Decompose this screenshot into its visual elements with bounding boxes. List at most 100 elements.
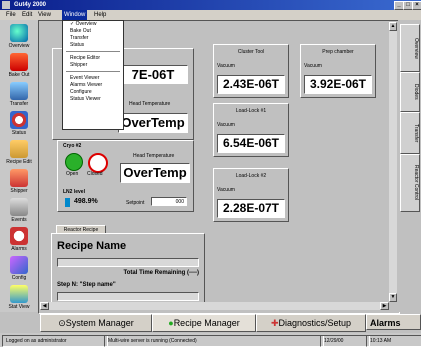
load-lock-2-reading: 2.28E-07T	[217, 199, 285, 218]
recipe-progress-bar	[57, 258, 199, 267]
title-bar: Gut4y 2000 _ □ ×	[0, 0, 421, 10]
horizontal-scrollbar[interactable]: ◀ ▶	[40, 302, 389, 310]
status-icon	[10, 111, 28, 129]
tool-recipe-edit[interactable]: Recipe Edit	[3, 140, 35, 165]
cryo-1-head-temp-label: Head Temperature	[129, 101, 171, 107]
menu-help[interactable]: Help	[92, 10, 108, 20]
cryo-2-head-temp-label: Head Temperature	[133, 153, 175, 159]
load-lock-1-panel: Load-Lock #1 Vacuum 6.54E-06T	[213, 103, 289, 157]
closed-indicator-icon[interactable]	[88, 153, 108, 173]
cryo-2-head-temp: OverTemp	[120, 163, 190, 183]
window-dropdown-menu: ✓ Overview Bake Out Transfer Status Reci…	[62, 20, 124, 130]
load-lock-1-vacuum-label: Vacuum	[217, 122, 235, 128]
right-tab-transfer[interactable]: Transfer	[400, 112, 420, 154]
dropdown-item-recipe-editor[interactable]: Recipe Editor	[63, 55, 123, 62]
right-tab-overview[interactable]: Overview	[400, 24, 420, 72]
setpoint-input[interactable]: 000	[151, 197, 187, 206]
step-progress-bar	[57, 292, 199, 301]
status-user: Logged on as administrator	[2, 335, 108, 347]
cluster-tool-name: Cluster Tool	[237, 49, 265, 55]
app-icon	[2, 1, 10, 9]
time-remaining: Total Time Remaining (----)	[123, 270, 199, 276]
cluster-tool-vacuum-label: Vacuum	[217, 63, 235, 69]
status-time: 10:13 AM	[366, 335, 421, 347]
tool-alarms[interactable]: Alarms	[3, 227, 35, 252]
cluster-tool-panel: Cluster Tool Vacuum 2.43E-06T	[213, 44, 289, 98]
prep-chamber-vacuum-label: Vacuum	[304, 63, 322, 69]
ln2-percent: 498.9%	[74, 198, 98, 205]
tab-recipe-manager[interactable]: ●Recipe Manager	[152, 314, 256, 332]
setpoint-label: Setpoint	[126, 200, 145, 206]
dropdown-item-configure[interactable]: Configure	[63, 89, 123, 96]
dropdown-item-transfer[interactable]: Transfer	[63, 35, 123, 42]
config-icon	[10, 256, 28, 274]
tool-overview[interactable]: Overview	[3, 24, 35, 49]
tool-events[interactable]: Events	[3, 198, 35, 223]
prep-chamber-name: Prep chamber	[322, 49, 354, 55]
menu-bar: File Edit View Window Help	[0, 10, 421, 20]
cryo-1-head-temp: OverTemp	[118, 113, 188, 133]
shipper-icon	[10, 169, 28, 187]
menu-edit[interactable]: Edit	[20, 10, 34, 20]
globe-icon	[10, 24, 28, 42]
cluster-tool-reading: 2.43E-06T	[217, 75, 285, 94]
tool-config[interactable]: Config	[3, 256, 35, 281]
events-icon	[10, 198, 28, 216]
load-lock-2-panel: Load-Lock #2 Vacuum 2.28E-07T	[213, 168, 289, 222]
ln2-level-icon	[65, 198, 70, 207]
scroll-left-icon[interactable]: ◀	[40, 302, 49, 310]
open-label: Open	[66, 171, 79, 177]
ln2-label: LN2 level	[63, 189, 85, 195]
transfer-icon	[10, 82, 28, 100]
closed-label: Closed	[87, 171, 103, 177]
tool-bake-out[interactable]: Bake Out	[3, 53, 35, 78]
tab-alarms[interactable]: Alarms	[366, 314, 421, 330]
cryo-1-pressure: 7E-06T	[118, 65, 188, 84]
left-toolbar: Overview Bake Out Transfer Status Recipe…	[0, 20, 38, 312]
load-lock-2-vacuum-label: Vacuum	[217, 187, 235, 193]
right-tab-diodes[interactable]: Diodes	[400, 72, 420, 112]
scroll-up-icon[interactable]: ▲	[389, 22, 397, 31]
prep-chamber-panel: Prep chamber Vacuum 3.92E-06T	[300, 44, 376, 98]
scroll-right-icon[interactable]: ▶	[380, 302, 389, 310]
tool-stat-view[interactable]: Stat View	[3, 285, 35, 310]
tool-shipper[interactable]: Shipper	[3, 169, 35, 194]
close-button[interactable]: ×	[412, 1, 421, 10]
dropdown-item-status-viewer[interactable]: Status Viewer	[63, 96, 123, 103]
recipe-panel: Recipe Name Total Time Remaining (----) …	[51, 233, 205, 305]
dropdown-item-alarms-viewer[interactable]: Alarms Viewer	[63, 82, 123, 89]
alarm-clock-icon	[10, 227, 28, 245]
tab-diagnostics-setup[interactable]: ✚Diagnostics/Setup	[256, 314, 366, 332]
right-tab-reactor-control[interactable]: Reactor Control	[400, 154, 420, 212]
load-lock-1-name: Load-Lock #1	[235, 108, 267, 114]
cryo-2-title: Cryo #2	[63, 143, 82, 149]
menu-window[interactable]: Window	[62, 10, 88, 20]
open-indicator-icon[interactable]	[65, 153, 83, 171]
load-lock-2-name: Load-Lock #2	[235, 173, 267, 179]
notepad-icon	[10, 140, 28, 158]
scroll-down-icon[interactable]: ▼	[389, 293, 397, 302]
dropdown-item-bake-out[interactable]: Bake Out	[63, 28, 123, 35]
status-bar: Logged on as administrator Multi-wire se…	[0, 333, 421, 347]
dropdown-item-status[interactable]: Status	[63, 42, 123, 49]
dropdown-item-shipper[interactable]: Shipper	[63, 62, 123, 69]
vertical-scrollbar[interactable]: ▲ ▼	[389, 22, 397, 302]
window-title: Gut4y 2000	[14, 2, 47, 8]
menu-file[interactable]: File	[4, 10, 18, 20]
load-lock-1-reading: 6.54E-06T	[217, 134, 285, 153]
status-server: Multi-wire server is running (Connected)	[104, 335, 324, 347]
system-manager-icon: ⊙	[58, 318, 66, 328]
right-tab-strip: Overview Diodes Transfer Reactor Control	[398, 20, 421, 312]
menu-view[interactable]: View	[36, 10, 53, 20]
step-label: Step N: "Step name"	[57, 282, 116, 288]
tab-system-manager[interactable]: ⊙System Manager	[40, 314, 152, 332]
dropdown-item-event-viewer[interactable]: Event Viewer	[63, 75, 123, 82]
flame-icon	[10, 53, 28, 71]
status-date: 12/29/00	[320, 335, 370, 347]
cryo-2-panel: Cryo #2 Open Closed Head Temperature Ove…	[57, 140, 194, 212]
tool-transfer[interactable]: Transfer	[3, 82, 35, 107]
tool-status[interactable]: Status	[3, 111, 35, 136]
diagnostics-icon: ✚	[270, 318, 279, 328]
prep-chamber-reading: 3.92E-06T	[304, 75, 372, 94]
dropdown-item-overview[interactable]: ✓ Overview	[63, 21, 123, 28]
